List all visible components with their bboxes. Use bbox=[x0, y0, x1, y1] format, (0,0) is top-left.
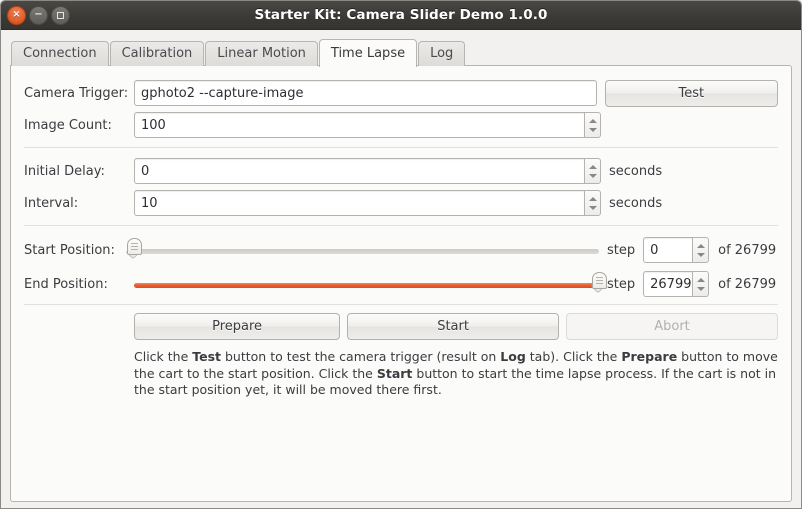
end-position-slider[interactable] bbox=[134, 271, 607, 297]
start-position-spinner[interactable]: 0 bbox=[643, 237, 710, 263]
end-position-label: End Position: bbox=[24, 276, 108, 292]
start-position-slider-handle[interactable] bbox=[125, 238, 142, 262]
image-count-spinner[interactable]: 100 bbox=[134, 112, 601, 138]
spinner-down-icon[interactable] bbox=[588, 205, 597, 210]
spinner-up-icon[interactable] bbox=[588, 196, 597, 201]
end-position-max-label: of 26799 bbox=[718, 276, 777, 292]
image-count-input[interactable]: 100 bbox=[134, 112, 584, 138]
window-title: Starter Kit: Camera Slider Demo 1.0.0 bbox=[254, 7, 548, 23]
camera-trigger-row: Camera Trigger: gphoto2 --capture-image … bbox=[24, 79, 778, 107]
interval-spinner[interactable]: 10 bbox=[134, 190, 601, 216]
image-count-label: Image Count: bbox=[24, 117, 112, 133]
image-count-spin-buttons[interactable] bbox=[584, 112, 601, 138]
help-bold-log: Log bbox=[500, 349, 526, 364]
slider-track bbox=[134, 249, 599, 254]
spinner-down-icon[interactable] bbox=[588, 173, 597, 178]
help-bold-test: Test bbox=[192, 349, 222, 364]
image-count-row: Image Count: 100 bbox=[24, 112, 778, 138]
interval-input[interactable]: 10 bbox=[134, 190, 584, 216]
prepare-button[interactable]: Prepare bbox=[134, 313, 341, 340]
initial-delay-unit: seconds bbox=[609, 163, 663, 179]
tab-linear-motion[interactable]: Linear Motion bbox=[205, 41, 318, 66]
camera-trigger-input[interactable]: gphoto2 --capture-image bbox=[134, 80, 597, 106]
interval-label: Interval: bbox=[24, 195, 79, 211]
end-position-step-label: step bbox=[607, 276, 636, 292]
tab-calibration[interactable]: Calibration bbox=[109, 41, 205, 66]
end-position-row: End Position: step 26799 of 26799 bbox=[24, 270, 778, 298]
separator-3 bbox=[24, 304, 778, 305]
end-position-spin-buttons[interactable] bbox=[692, 271, 710, 297]
initial-delay-input[interactable]: 0 bbox=[134, 158, 584, 184]
start-position-label: Start Position: bbox=[24, 242, 115, 258]
abort-button: Abort bbox=[566, 313, 778, 340]
tab-log[interactable]: Log bbox=[418, 41, 466, 66]
spinner-up-icon[interactable] bbox=[588, 118, 597, 123]
spinner-up-icon[interactable] bbox=[696, 243, 705, 248]
separator-1 bbox=[24, 147, 778, 148]
start-button[interactable]: Start bbox=[347, 313, 560, 340]
end-position-input[interactable]: 26799 bbox=[643, 271, 693, 297]
start-position-step-label: step bbox=[607, 242, 636, 258]
spinner-up-icon[interactable] bbox=[588, 164, 597, 169]
spinner-down-icon[interactable] bbox=[696, 286, 705, 291]
start-position-value: 0 bbox=[650, 242, 659, 258]
camera-trigger-value: gphoto2 --capture-image bbox=[141, 85, 304, 101]
initial-delay-row: Initial Delay: 0 seconds bbox=[24, 158, 778, 184]
time-lapse-panel: Camera Trigger: gphoto2 --capture-image … bbox=[10, 65, 792, 502]
initial-delay-value: 0 bbox=[141, 163, 150, 179]
start-position-row: Start Position: step 0 of 26799 bbox=[24, 236, 778, 264]
start-position-slider[interactable] bbox=[125, 237, 599, 263]
help-part-3: tab). Click the bbox=[525, 349, 622, 364]
interval-value: 10 bbox=[141, 195, 158, 211]
interval-unit: seconds bbox=[609, 195, 663, 211]
application-window: × − Starter Kit: Camera Slider Demo 1.0.… bbox=[0, 0, 802, 509]
initial-delay-spin-buttons[interactable] bbox=[584, 158, 601, 184]
camera-trigger-label: Camera Trigger: bbox=[24, 85, 129, 101]
test-button[interactable]: Test bbox=[604, 79, 778, 107]
action-buttons: Prepare Start Abort bbox=[24, 313, 778, 340]
interval-row: Interval: 10 seconds bbox=[24, 190, 778, 216]
tab-connection[interactable]: Connection bbox=[11, 41, 109, 66]
tab-time-lapse[interactable]: Time Lapse bbox=[318, 39, 418, 67]
initial-delay-spinner[interactable]: 0 bbox=[134, 158, 601, 184]
start-position-input[interactable]: 0 bbox=[643, 237, 693, 263]
end-position-spinner[interactable]: 26799 bbox=[643, 271, 710, 297]
end-position-slider-handle[interactable] bbox=[590, 272, 607, 296]
help-part-2: button to test the camera trigger (resul… bbox=[221, 349, 501, 364]
image-count-value: 100 bbox=[141, 117, 166, 133]
start-position-max-label: of 26799 bbox=[718, 242, 777, 258]
initial-delay-label: Initial Delay: bbox=[24, 163, 105, 179]
help-part-1: Click the bbox=[134, 349, 193, 364]
slider-fill bbox=[134, 283, 599, 288]
handle-grip-icon bbox=[596, 277, 603, 286]
help-bold-prepare: Prepare bbox=[621, 349, 678, 364]
handle-grip-icon bbox=[131, 243, 138, 252]
spinner-up-icon[interactable] bbox=[696, 277, 705, 282]
separator-2 bbox=[24, 225, 778, 226]
end-position-value: 26799 bbox=[650, 276, 692, 292]
start-position-spin-buttons[interactable] bbox=[692, 237, 710, 263]
spinner-down-icon[interactable] bbox=[696, 252, 705, 257]
window-body: Connection Calibration Linear Motion Tim… bbox=[1, 30, 801, 508]
help-text: Click the Test button to test the camera… bbox=[24, 349, 778, 399]
tab-bar: Connection Calibration Linear Motion Tim… bbox=[10, 38, 792, 67]
interval-spin-buttons[interactable] bbox=[584, 190, 601, 216]
spinner-down-icon[interactable] bbox=[588, 127, 597, 132]
title-bar: × − Starter Kit: Camera Slider Demo 1.0.… bbox=[1, 1, 801, 30]
help-bold-start: Start bbox=[376, 365, 413, 381]
